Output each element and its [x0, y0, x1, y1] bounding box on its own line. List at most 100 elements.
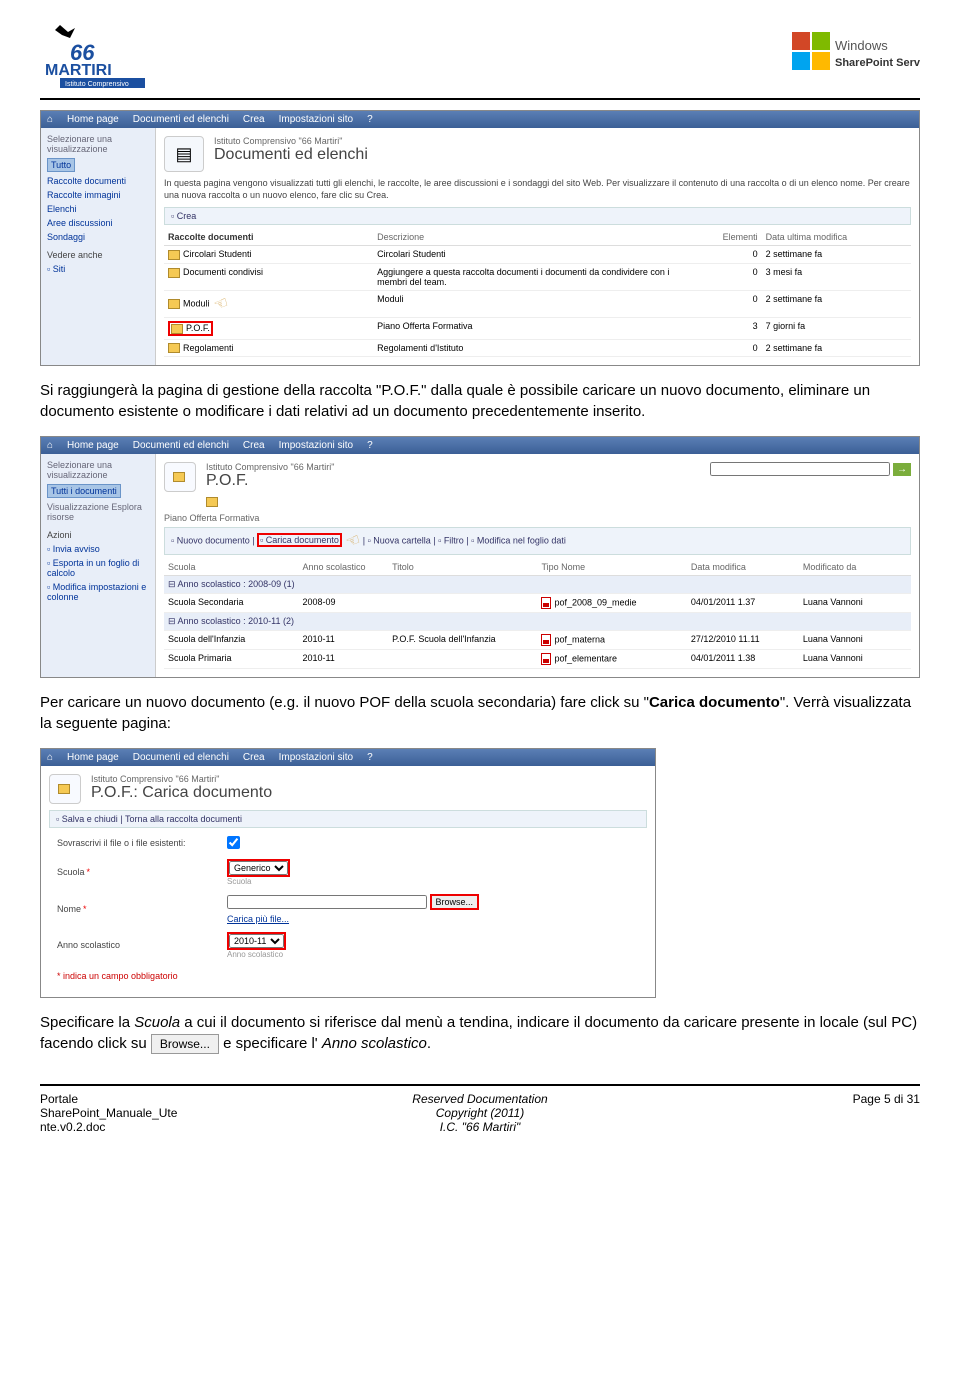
pointer-hand-icon: ☜ — [211, 292, 231, 316]
side-hdr2: Vedere anche — [47, 250, 149, 260]
edit-datasheet[interactable]: ▫ Modifica nel foglio dati — [471, 535, 566, 545]
footer-left: Portale SharePoint_Manuale_Ute nte.v0.2.… — [40, 1092, 333, 1134]
side-tutto[interactable]: Tutto — [47, 158, 149, 172]
footer-center: Reserved Documentation Copyright (2011) … — [333, 1092, 626, 1134]
logo-sharepoint: Windows SharePoint Services — [790, 30, 920, 80]
screenshot-doclists: ⌂ Home page Documenti ed elenchi Crea Im… — [40, 110, 920, 366]
side-item[interactable]: Tutti i documenti — [47, 484, 149, 498]
side-item[interactable]: ▫ Modifica impostazioni e colonne — [47, 582, 149, 602]
svg-text:SharePoint Services: SharePoint Services — [835, 57, 920, 69]
group-header[interactable]: ⊟ Anno scolastico : 2010-11 (2) — [164, 612, 911, 630]
logo-martiri: 66 MARTIRI Istituto Comprensivo — [40, 20, 160, 90]
group-header[interactable]: ⊟ Anno scolastico : 2008-09 (1) — [164, 575, 911, 593]
nav-help[interactable]: ? — [367, 114, 373, 125]
table-row[interactable]: RegolamentiRegolamenti d'Istituto02 sett… — [164, 339, 911, 357]
upload-doc[interactable]: ▫ Carica documento — [257, 533, 342, 547]
nome-input[interactable] — [227, 895, 427, 909]
paragraph-1: Si raggiungerà la pagina di gestione del… — [40, 380, 920, 422]
new-doc[interactable]: ▫ Nuovo documento — [171, 535, 250, 545]
page-footer: Portale SharePoint_Manuale_Ute nte.v0.2.… — [40, 1084, 920, 1134]
back-link[interactable]: Torna alla raccolta documenti — [125, 814, 242, 824]
multi-upload-link[interactable]: Carica più file... — [227, 914, 289, 924]
inst-name: Istituto Comprensivo "66 Martiri" — [91, 774, 272, 784]
library-toolbar: ▫ Nuovo documento | ▫ Carica documento☜ … — [164, 527, 911, 555]
sidebar: Selezionare una visualizzazione Tutto Ra… — [41, 128, 156, 365]
nav-help[interactable]: ? — [367, 752, 373, 763]
table-row[interactable]: Scuola Secondaria2008-09pof_2008_09_medi… — [164, 593, 911, 612]
overwrite-checkbox[interactable] — [227, 836, 240, 849]
page-subtitle — [206, 496, 334, 507]
folder-icon — [168, 250, 180, 260]
side-item[interactable]: Raccolte immagini — [47, 190, 149, 200]
side-item[interactable]: Sondaggi — [47, 232, 149, 242]
table-row[interactable]: Documenti condivisiAggiungere a questa r… — [164, 264, 911, 291]
table-row[interactable]: Circolari StudentiCircolari Studenti02 s… — [164, 246, 911, 264]
anno-select[interactable]: 2010-11 — [229, 934, 284, 948]
browse-button[interactable]: Browse... — [430, 894, 480, 910]
table-row[interactable]: Moduli☜Moduli02 settimane fa — [164, 291, 911, 318]
folder-icon — [168, 268, 180, 278]
overwrite-label: Sovrascrivi il file o i file esistenti: — [57, 838, 227, 848]
nome-row: Nome* Browse... Carica più file... — [49, 890, 647, 928]
browse-inline-icon: Browse... — [151, 1034, 219, 1055]
sp-topbar: ⌂ Home page Documenti ed elenchi Crea Im… — [41, 111, 919, 128]
nav-docs[interactable]: Documenti ed elenchi — [133, 440, 229, 451]
nav-docs[interactable]: Documenti ed elenchi — [133, 752, 229, 763]
save-close[interactable]: ▫ Salva e chiudi — [56, 814, 118, 824]
nav-settings[interactable]: Impostazioni sito — [279, 114, 353, 125]
sp-topbar: ⌂ Home page Documenti ed elenchi Crea Im… — [41, 749, 655, 766]
side-item[interactable]: Raccolte documenti — [47, 176, 149, 186]
table-row-pof[interactable]: P.O.F.Piano Offerta Formativa37 giorni f… — [164, 318, 911, 340]
side-siti[interactable]: ▫ Siti — [47, 264, 149, 274]
sidebar: Selezionare una visualizzazione Tutti i … — [41, 454, 156, 677]
side-item[interactable]: Visualizzazione Esplora risorse — [47, 502, 149, 522]
pof-docs-table: Scuola Anno scolastico Titolo Tipo Nome … — [164, 559, 911, 669]
nav-crea[interactable]: Crea — [243, 752, 265, 763]
doc-libraries-table: Raccolte documenti Descrizione Elementi … — [164, 229, 911, 357]
page-title: P.O.F.: Carica documento — [91, 784, 272, 802]
paragraph-3: Specificare la Scuola a cui il documento… — [40, 1012, 920, 1054]
side-item[interactable]: Aree discussioni — [47, 218, 149, 228]
overwrite-row: Sovrascrivi il file o i file esistenti: — [49, 832, 647, 855]
table-row[interactable]: Scuola Primaria2010-11pof_elementare04/0… — [164, 649, 911, 668]
nav-home[interactable]: Home page — [67, 752, 119, 763]
search-input[interactable] — [710, 462, 890, 476]
filter[interactable]: ▫ Filtro — [438, 535, 464, 545]
nav-settings[interactable]: Impostazioni sito — [279, 752, 353, 763]
footer-right: Page 5 di 31 — [627, 1092, 920, 1134]
nav-home[interactable]: Home page — [67, 114, 119, 125]
new-folder[interactable]: ▫ Nuova cartella — [368, 535, 431, 545]
scuola-select[interactable]: Generico — [229, 861, 288, 875]
svg-text:MARTIRI: MARTIRI — [45, 62, 112, 79]
folder-icon — [168, 299, 180, 309]
nav-docs[interactable]: Documenti ed elenchi — [133, 114, 229, 125]
nav-home[interactable]: Home page — [67, 440, 119, 451]
nav-settings[interactable]: Impostazioni sito — [279, 440, 353, 451]
nav-crea[interactable]: Crea — [243, 440, 265, 451]
scuola-note: Scuola — [227, 877, 639, 886]
document-list-icon: ▤ — [164, 136, 204, 172]
go-button[interactable]: → — [893, 463, 911, 476]
library-icon — [164, 462, 196, 492]
screenshot-upload: ⌂ Home page Documenti ed elenchi Crea Im… — [40, 748, 656, 998]
scuola-label: Scuola* — [57, 867, 227, 877]
page-title: P.O.F. — [206, 472, 334, 490]
folder-icon — [168, 343, 180, 353]
screenshot-pof: ⌂ Home page Documenti ed elenchi Crea Im… — [40, 436, 920, 678]
anno-note: Anno scolastico — [227, 950, 639, 959]
inst-name: Istituto Comprensivo "66 Martiri" — [214, 136, 368, 146]
table-row[interactable]: Scuola dell'Infanzia2010-11P.O.F. Scuola… — [164, 630, 911, 649]
side-item[interactable]: ▫ Esporta in un foglio di calcolo — [47, 558, 149, 578]
nav-crea[interactable]: Crea — [243, 114, 265, 125]
svg-text:Windows: Windows — [835, 38, 888, 53]
anno-label: Anno scolastico — [57, 940, 227, 950]
page-header: 66 MARTIRI Istituto Comprensivo Windows … — [40, 20, 920, 100]
sub-desc: Piano Offerta Formativa — [164, 513, 911, 523]
anno-row: Anno scolastico 2010-11 Anno scolastico — [49, 928, 647, 963]
folder-icon — [171, 324, 183, 334]
side-item[interactable]: Elenchi — [47, 204, 149, 214]
inst-name: Istituto Comprensivo "66 Martiri" — [206, 462, 334, 472]
nav-help[interactable]: ? — [367, 440, 373, 451]
toolbar-crea[interactable]: ▫ Crea — [164, 207, 911, 225]
side-item[interactable]: ▫ Invia avviso — [47, 544, 149, 554]
